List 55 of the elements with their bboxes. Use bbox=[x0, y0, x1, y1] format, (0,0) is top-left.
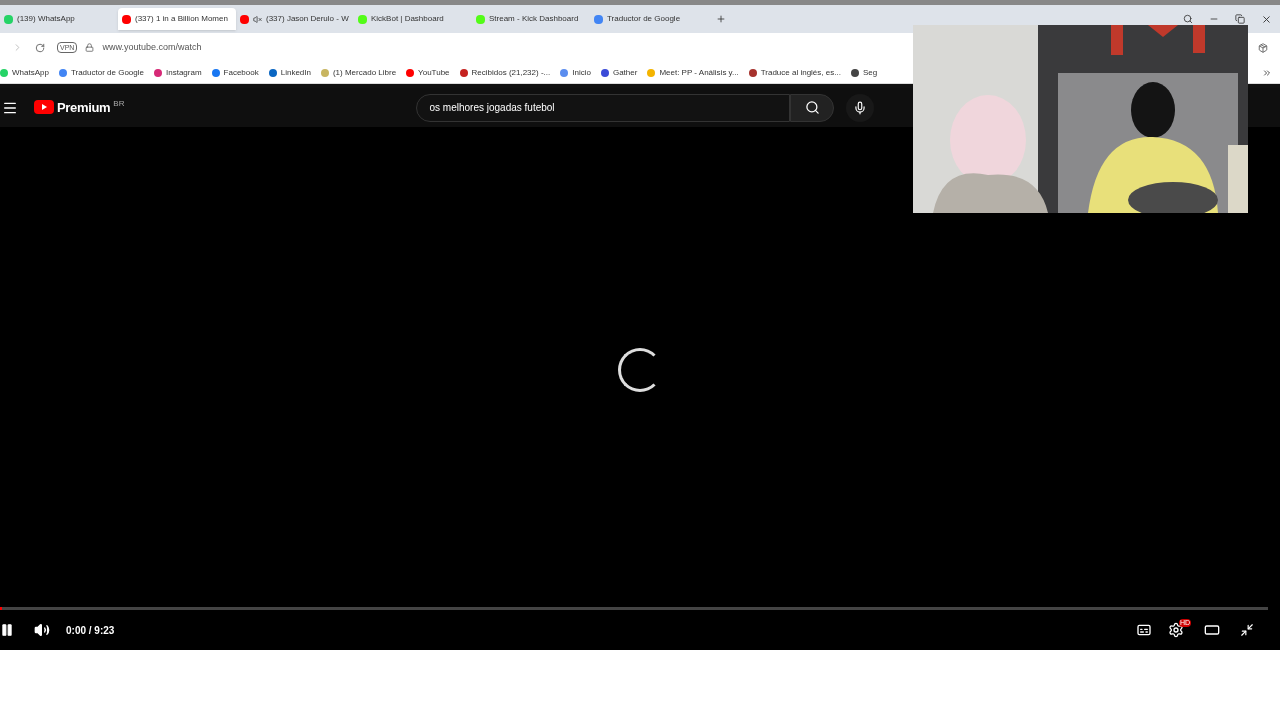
url-field[interactable]: www.youtube.com/watch bbox=[102, 40, 202, 55]
tab-favicon-icon bbox=[476, 14, 485, 24]
microphone-icon bbox=[853, 100, 868, 115]
tab-title: Traductor de Google bbox=[607, 13, 681, 25]
tab-favicon-icon bbox=[594, 14, 603, 24]
bookmark-item[interactable]: Recibidos (21,232) -... bbox=[459, 66, 551, 79]
tab-favicon-icon bbox=[358, 14, 367, 24]
bookmark-item[interactable]: Meet: PP - Análisis y... bbox=[647, 66, 739, 79]
exit-fullscreen-icon[interactable] bbox=[1240, 623, 1254, 637]
voice-search-button[interactable] bbox=[846, 93, 875, 122]
bookmark-item[interactable]: Traduce al inglés, es... bbox=[748, 66, 841, 79]
pause-icon[interactable] bbox=[0, 623, 14, 637]
time-display: 0:00 / 9:23 bbox=[66, 623, 115, 638]
reload-icon[interactable] bbox=[35, 42, 45, 53]
tab-title: (337) 1 in a Billion Momen bbox=[135, 13, 228, 25]
bookmark-item[interactable]: YouTube bbox=[406, 66, 450, 79]
bookmark-item[interactable]: LinkedIn bbox=[268, 66, 311, 79]
browser-tab[interactable]: (337) Jason Derulo - W bbox=[236, 8, 354, 30]
new-tab-icon[interactable] bbox=[716, 14, 726, 24]
muted-speaker-icon bbox=[253, 14, 262, 24]
lock-icon bbox=[85, 43, 95, 52]
bookmark-item[interactable]: Traductor de Google bbox=[58, 66, 144, 79]
more-bookmarks-icon[interactable] bbox=[1262, 67, 1272, 78]
search-button[interactable] bbox=[790, 93, 835, 122]
bookmark-item[interactable]: Seg bbox=[850, 66, 878, 79]
restore-icon[interactable] bbox=[1235, 14, 1245, 24]
bookmark-item[interactable]: (1) Mercado Libre bbox=[320, 66, 397, 79]
browser-tab[interactable]: (337) 1 in a Billion Momen bbox=[118, 8, 236, 30]
tab-title: Stream - Kick Dashboard bbox=[489, 13, 579, 25]
bookmark-item[interactable]: Facebook bbox=[211, 66, 259, 79]
tab-favicon-icon bbox=[4, 14, 13, 24]
bookmark-item[interactable]: WhatsApp bbox=[0, 66, 49, 79]
browser-tab[interactable]: (139) WhatsApp bbox=[0, 8, 118, 30]
subtitles-icon[interactable] bbox=[1136, 622, 1152, 638]
region-label: BR bbox=[113, 97, 125, 110]
theater-mode-icon[interactable] bbox=[1204, 622, 1220, 638]
bookmark-item[interactable]: Inicio bbox=[560, 66, 591, 79]
tab-favicon-icon bbox=[240, 14, 249, 24]
close-icon[interactable] bbox=[1261, 13, 1272, 25]
search-icon bbox=[805, 100, 820, 115]
extension-icon[interactable] bbox=[1258, 42, 1268, 53]
bookmark-item[interactable]: Gather bbox=[600, 66, 638, 79]
tab-title: (337) Jason Derulo - W bbox=[266, 13, 349, 25]
browser-tab[interactable]: KickBot | Dashboard bbox=[354, 8, 472, 30]
tab-favicon-icon bbox=[122, 14, 131, 24]
play-logo-icon bbox=[34, 99, 54, 114]
tab-title: KickBot | Dashboard bbox=[371, 13, 444, 25]
browser-tab[interactable]: Traductor de Google bbox=[590, 8, 708, 30]
search-icon[interactable] bbox=[1183, 14, 1193, 24]
browser-tab[interactable]: Stream - Kick Dashboard bbox=[472, 8, 590, 30]
youtube-logo[interactable]: Premium BR bbox=[34, 97, 125, 118]
tab-title: (139) WhatsApp bbox=[17, 13, 75, 25]
volume-icon[interactable] bbox=[34, 622, 50, 638]
bookmark-item[interactable]: Instagram bbox=[154, 66, 202, 79]
search-field[interactable]: os melhores jogadas futebol bbox=[416, 93, 791, 122]
